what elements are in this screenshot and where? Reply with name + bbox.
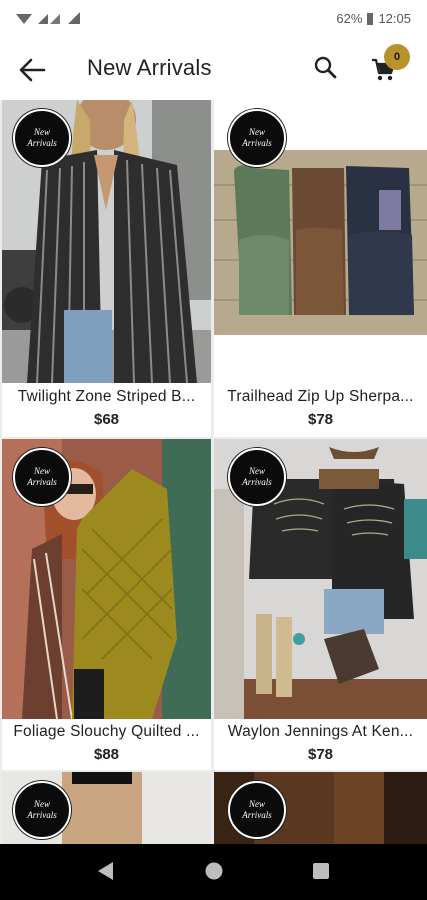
circle-home-icon xyxy=(205,862,223,880)
signal-icon xyxy=(16,14,60,24)
product-name: Twilight Zone Striped B... xyxy=(17,388,196,405)
search-icon xyxy=(314,56,337,79)
battery-icon xyxy=(367,12,374,25)
triangle-back-icon xyxy=(98,862,113,880)
product-card[interactable]: New Arrivals Twilight Zone Striped B... … xyxy=(2,100,211,437)
badge-label: Arrivals xyxy=(242,477,272,487)
back-button[interactable] xyxy=(16,54,48,86)
badge-label: New xyxy=(33,799,50,809)
product-name: Waylon Jennings At Ken... xyxy=(227,723,414,740)
product-price: $78 xyxy=(307,746,334,763)
product-price: $68 xyxy=(93,411,120,428)
product-name: Trailhead Zip Up Sherpa... xyxy=(227,388,414,405)
badge-label: New xyxy=(33,127,50,137)
product-card[interactable]: New Arrivals xyxy=(2,772,211,844)
status-bar: 62% 12:05 xyxy=(0,0,427,40)
system-navigation-bar xyxy=(0,844,427,900)
square-recents-icon xyxy=(313,863,329,879)
page-title: New Arrivals xyxy=(87,55,212,80)
new-arrivals-badge: New Arrivals xyxy=(13,109,71,167)
badge-label: Arrivals xyxy=(242,810,272,820)
badge-label: Arrivals xyxy=(27,810,57,820)
product-name: Foliage Slouchy Quilted ... xyxy=(13,723,200,740)
product-card[interactable]: New Arrivals Foliage Slouchy Quilted ...… xyxy=(2,439,211,770)
new-arrivals-badge: New Arrivals xyxy=(13,781,71,839)
badge-label: New xyxy=(33,466,50,476)
nav-back-button[interactable] xyxy=(95,860,115,887)
product-grid: New Arrivals Twilight Zone Striped B... … xyxy=(0,100,427,844)
badge-label: Arrivals xyxy=(27,477,57,487)
product-card[interactable]: New Arrivals Trailhead Zip Up Sherpa... … xyxy=(214,100,427,437)
back-arrow-icon xyxy=(19,58,46,82)
new-arrivals-badge: New Arrivals xyxy=(228,781,286,839)
product-card[interactable]: New Arrivals xyxy=(214,772,427,844)
product-card[interactable]: New Arrivals Waylon Jennings At Ken... $… xyxy=(214,439,427,770)
clock: 12:05 xyxy=(378,11,411,26)
nav-home-button[interactable] xyxy=(204,860,224,887)
product-price: $78 xyxy=(307,411,334,428)
new-arrivals-badge: New Arrivals xyxy=(228,448,286,506)
badge-label: Arrivals xyxy=(242,138,272,148)
badge-label: New xyxy=(248,799,265,809)
status-right: 62% 12:05 xyxy=(336,11,411,26)
wifi-signal-icon xyxy=(68,12,80,24)
product-price: $88 xyxy=(93,746,120,763)
battery-text: 62% xyxy=(336,11,363,26)
app-bar: New Arrivals xyxy=(0,40,427,98)
new-arrivals-badge: New Arrivals xyxy=(228,109,286,167)
search-button[interactable] xyxy=(312,54,340,82)
new-arrivals-badge: New Arrivals xyxy=(13,448,71,506)
badge-label: New xyxy=(248,127,265,137)
cart-count-badge: 0 xyxy=(384,44,410,70)
status-icons xyxy=(16,10,82,26)
nav-recents-button[interactable] xyxy=(311,860,331,887)
badge-label: Arrivals xyxy=(27,138,57,148)
badge-label: New xyxy=(248,466,265,476)
